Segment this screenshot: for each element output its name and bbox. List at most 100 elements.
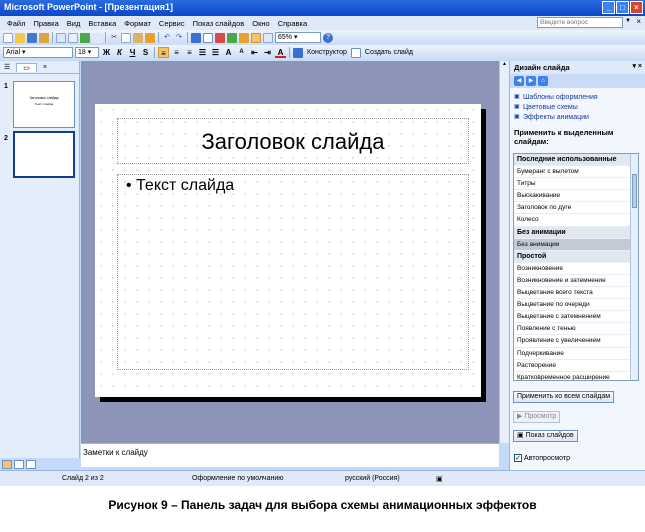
designer-button[interactable]: Конструктор <box>305 49 349 56</box>
research-icon[interactable] <box>92 32 102 43</box>
expand-all-icon[interactable] <box>239 32 249 43</box>
format-painter-icon[interactable] <box>145 32 155 43</box>
menu-format[interactable]: Формат <box>120 19 155 28</box>
notes-pane[interactable]: Заметки к слайду <box>81 443 499 467</box>
font-color-icon[interactable]: A <box>275 47 286 58</box>
forward-icon[interactable]: ▶ <box>526 76 536 86</box>
increase-font-icon[interactable]: A <box>223 47 234 58</box>
chart-icon[interactable] <box>191 32 201 43</box>
color-grayscale-icon[interactable] <box>263 32 273 43</box>
slides-pane-close-button[interactable]: × <box>43 64 47 71</box>
close-button[interactable]: × <box>630 1 643 14</box>
slide-thumbnail-1[interactable]: Заголовок слайда Текст слайда <box>13 81 75 128</box>
italic-button[interactable]: К <box>114 47 125 58</box>
outline-tab-icon[interactable]: ☰ <box>4 63 10 71</box>
menu-slideshow[interactable]: Показ слайдов <box>189 19 249 28</box>
minimize-button[interactable]: _ <box>602 1 615 14</box>
task-pane-controls[interactable]: ▾ × <box>632 62 642 70</box>
menu-edit[interactable]: Правка <box>29 19 62 28</box>
list-scroll-thumb[interactable] <box>632 174 637 208</box>
slide-title-placeholder[interactable]: Заголовок слайда <box>117 118 469 164</box>
menu-window[interactable]: Окно <box>248 19 273 28</box>
slide-sorter-view-icon[interactable] <box>14 460 24 469</box>
bold-button[interactable]: Ж <box>101 47 112 58</box>
menu-help[interactable]: Справка <box>274 19 311 28</box>
apply-to-all-button[interactable]: Применить ко всем слайдам <box>513 391 615 403</box>
print-preview-icon[interactable] <box>68 32 78 43</box>
list-item[interactable]: Подчеркивание <box>514 348 638 360</box>
align-center-icon[interactable]: ≡ <box>171 47 182 58</box>
slideshow-view-icon[interactable] <box>26 460 36 469</box>
list-item[interactable]: Выскакивание <box>514 190 638 203</box>
print-icon[interactable] <box>56 32 66 43</box>
menu-file[interactable]: Файл <box>3 19 29 28</box>
list-item[interactable]: Без анимации <box>514 238 638 251</box>
show-grid-icon[interactable] <box>251 32 261 43</box>
list-item[interactable]: Выцветание с затемнением <box>514 311 638 324</box>
menu-tools[interactable]: Сервис <box>155 19 189 28</box>
slides-tab-icon[interactable]: ▭ <box>16 62 37 72</box>
decrease-indent-icon[interactable]: ⇤ <box>249 47 260 58</box>
design-templates-link[interactable]: ▣ Шаблоны оформления <box>514 92 645 102</box>
permission-icon[interactable] <box>39 32 49 43</box>
shadow-button[interactable]: S <box>140 47 151 58</box>
list-item[interactable]: Колесо <box>514 214 638 227</box>
scroll-up-icon[interactable]: ▲ <box>500 61 509 70</box>
align-right-icon[interactable]: ≡ <box>184 47 195 58</box>
autopreview-checkbox[interactable]: ✓ Автопросмотр <box>514 454 570 462</box>
undo-icon[interactable]: ↶ <box>162 33 172 43</box>
autopreview-checkbox-box[interactable]: ✓ <box>514 454 522 462</box>
open-folder-icon[interactable] <box>15 32 25 43</box>
zoom-select[interactable]: 65% ▾ <box>275 32 321 43</box>
insert-diagram-icon[interactable] <box>227 32 237 43</box>
slide-body-placeholder[interactable]: • Текст слайда <box>117 174 469 370</box>
spelling-icon[interactable] <box>80 32 90 43</box>
tables-borders-icon[interactable] <box>215 32 225 43</box>
cut-icon[interactable]: ✂ <box>109 33 119 43</box>
copy-icon[interactable] <box>121 32 131 43</box>
list-item[interactable]: Выцветание всего текста <box>514 287 638 300</box>
redo-icon[interactable]: ↷ <box>174 33 184 43</box>
list-item[interactable]: Выцветание по очереди <box>514 299 638 312</box>
maximize-button[interactable]: □ <box>616 1 629 14</box>
numbering-icon[interactable]: ☰ <box>197 47 208 58</box>
new-file-icon[interactable] <box>3 32 13 43</box>
list-item[interactable]: Возникновение и затемнение <box>514 275 638 288</box>
color-schemes-link[interactable]: ▣ Цветовые схемы <box>514 102 645 112</box>
help-search-input[interactable]: Введите вопрос <box>537 17 623 28</box>
slide-thumbnail-2[interactable] <box>13 131 75 178</box>
designer-icon[interactable] <box>293 47 303 58</box>
list-scrollbar[interactable] <box>630 154 638 380</box>
new-slide-button[interactable]: Создать слайд <box>363 49 415 56</box>
paste-icon[interactable] <box>133 32 143 43</box>
list-item[interactable]: Растворение <box>514 360 638 372</box>
back-icon[interactable]: ◀ <box>514 76 524 86</box>
list-item[interactable]: Бумеранг с вылетом <box>514 166 638 179</box>
menu-insert[interactable]: Вставка <box>84 19 120 28</box>
font-select[interactable]: Arial ▾ <box>3 47 73 58</box>
align-left-icon[interactable]: ≡ <box>158 47 169 58</box>
list-item[interactable]: Появление с тенью <box>514 323 638 336</box>
slideshow-button[interactable]: ▣ Показ слайдов <box>513 430 578 442</box>
help-icon[interactable]: ? <box>323 32 333 43</box>
font-size-select[interactable]: 18 ▾ <box>75 47 99 58</box>
workspace-scrollbar[interactable]: ▲ <box>499 61 509 443</box>
new-slide-icon[interactable] <box>350 47 361 58</box>
menu-view[interactable]: Вид <box>63 19 85 28</box>
list-item[interactable]: Кратковременное расширение <box>514 372 638 380</box>
animation-scheme-list[interactable]: Последние использованные Бумеранг с вылет… <box>513 153 639 381</box>
list-item[interactable]: Титры <box>514 178 638 191</box>
home-icon[interactable]: ⌂ <box>538 76 548 86</box>
normal-view-icon[interactable] <box>2 460 12 469</box>
save-icon[interactable] <box>27 32 37 43</box>
increase-indent-icon[interactable]: ⇥ <box>262 47 273 58</box>
underline-button[interactable]: Ч <box>127 47 138 58</box>
preview-button[interactable]: ▶ Просмотр <box>513 411 561 423</box>
table-icon[interactable] <box>203 32 213 43</box>
list-item[interactable]: Проявление с увеличением <box>514 335 638 348</box>
list-item[interactable]: Возникновение <box>514 263 638 275</box>
list-item[interactable]: Заголовок по дуге <box>514 202 638 215</box>
bullets-icon[interactable]: ☰ <box>210 47 221 58</box>
close-document-button[interactable]: × <box>636 17 641 26</box>
animation-schemes-link[interactable]: ▣ Эффекты анимации <box>514 112 645 122</box>
